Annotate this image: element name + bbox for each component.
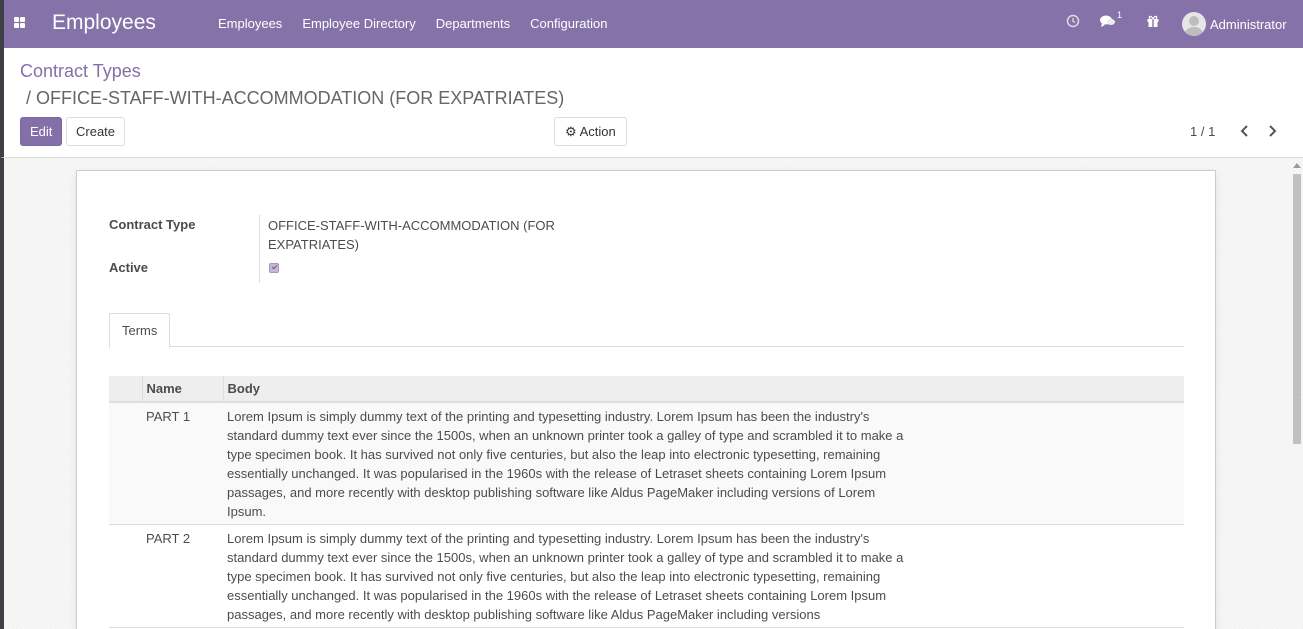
scroll-up-arrow[interactable]: [1293, 163, 1301, 168]
table-cell-select: [109, 402, 142, 525]
edit-button[interactable]: Edit: [20, 117, 63, 146]
table-header-row: Name Body: [109, 376, 1184, 403]
menu-item-departments[interactable]: Departments: [436, 16, 510, 31]
app-title[interactable]: Employees: [52, 11, 156, 35]
main-menu: Employees Employee Directory Departments…: [218, 16, 628, 31]
create-button[interactable]: Create: [66, 117, 126, 146]
form-content-area: Contract Type Active OFFICE-STAFF-WITH-A…: [0, 158, 1303, 629]
chat-icon[interactable]: [1099, 14, 1117, 31]
field-divider: [259, 215, 260, 283]
terms-table: Name Body PART 1 Lorem Ipsum is simply d…: [109, 376, 1184, 628]
column-header-name[interactable]: Name: [141, 376, 223, 403]
table-cell-body: Lorem Ipsum is simply dummy text of the …: [223, 524, 1184, 628]
control-panel: Contract Types / OFFICE-STAFF-WITH-ACCOM…: [0, 48, 1303, 158]
apps-grid-icon[interactable]: [14, 17, 26, 29]
breadcrumb-current: / OFFICE-STAFF-WITH-ACCOMMODATION (FOR E…: [26, 88, 565, 108]
active-label: Active: [109, 260, 149, 275]
gift-icon[interactable]: [1146, 14, 1160, 31]
menu-item-employee-directory[interactable]: Employee Directory: [302, 16, 415, 31]
breadcrumb-parent[interactable]: Contract Types: [20, 61, 141, 82]
table-row[interactable]: PART 2 Lorem Ipsum is simply dummy text …: [109, 524, 1184, 628]
avatar: [1182, 12, 1206, 36]
user-menu[interactable]: Administrator: [1182, 12, 1287, 36]
tab-terms[interactable]: Terms: [109, 313, 171, 348]
top-navbar: Employees Employees Employee Directory D…: [0, 0, 1303, 48]
contract-type-label: Contract Type: [109, 217, 196, 232]
action-button[interactable]: ⚙ Action: [554, 117, 627, 146]
table-cell-name: PART 1: [142, 402, 223, 525]
select-column-header: [109, 376, 142, 403]
pager-value[interactable]: 1 / 1: [1190, 124, 1215, 139]
scrollbar-thumb[interactable]: [1293, 174, 1301, 444]
clock-icon[interactable]: [1066, 14, 1080, 31]
action-label: Action: [579, 124, 616, 139]
active-checkbox[interactable]: [269, 263, 279, 273]
contract-type-value: OFFICE-STAFF-WITH-ACCOMMODATION (FOR EXP…: [268, 218, 555, 252]
vertical-scrollbar[interactable]: [1290, 160, 1303, 629]
chevron-right-icon[interactable]: [1267, 124, 1277, 140]
chevron-left-icon[interactable]: [1240, 124, 1250, 140]
menu-item-configuration[interactable]: Configuration: [530, 16, 607, 31]
table-cell-body: Lorem Ipsum is simply dummy text of the …: [223, 402, 1184, 525]
menu-item-employees[interactable]: Employees: [218, 16, 282, 31]
notebook-tabs: Terms: [109, 313, 1184, 348]
form-sheet: Contract Type Active OFFICE-STAFF-WITH-A…: [76, 170, 1216, 629]
column-header-body[interactable]: Body: [222, 376, 1184, 403]
table-cell-name: PART 2: [142, 524, 223, 628]
user-name: Administrator: [1210, 16, 1287, 32]
messages-count-badge: 1: [1117, 10, 1123, 20]
table-row[interactable]: PART 1 Lorem Ipsum is simply dummy text …: [109, 402, 1184, 525]
table-cell-select: [109, 524, 142, 628]
gear-icon: ⚙: [565, 124, 577, 139]
